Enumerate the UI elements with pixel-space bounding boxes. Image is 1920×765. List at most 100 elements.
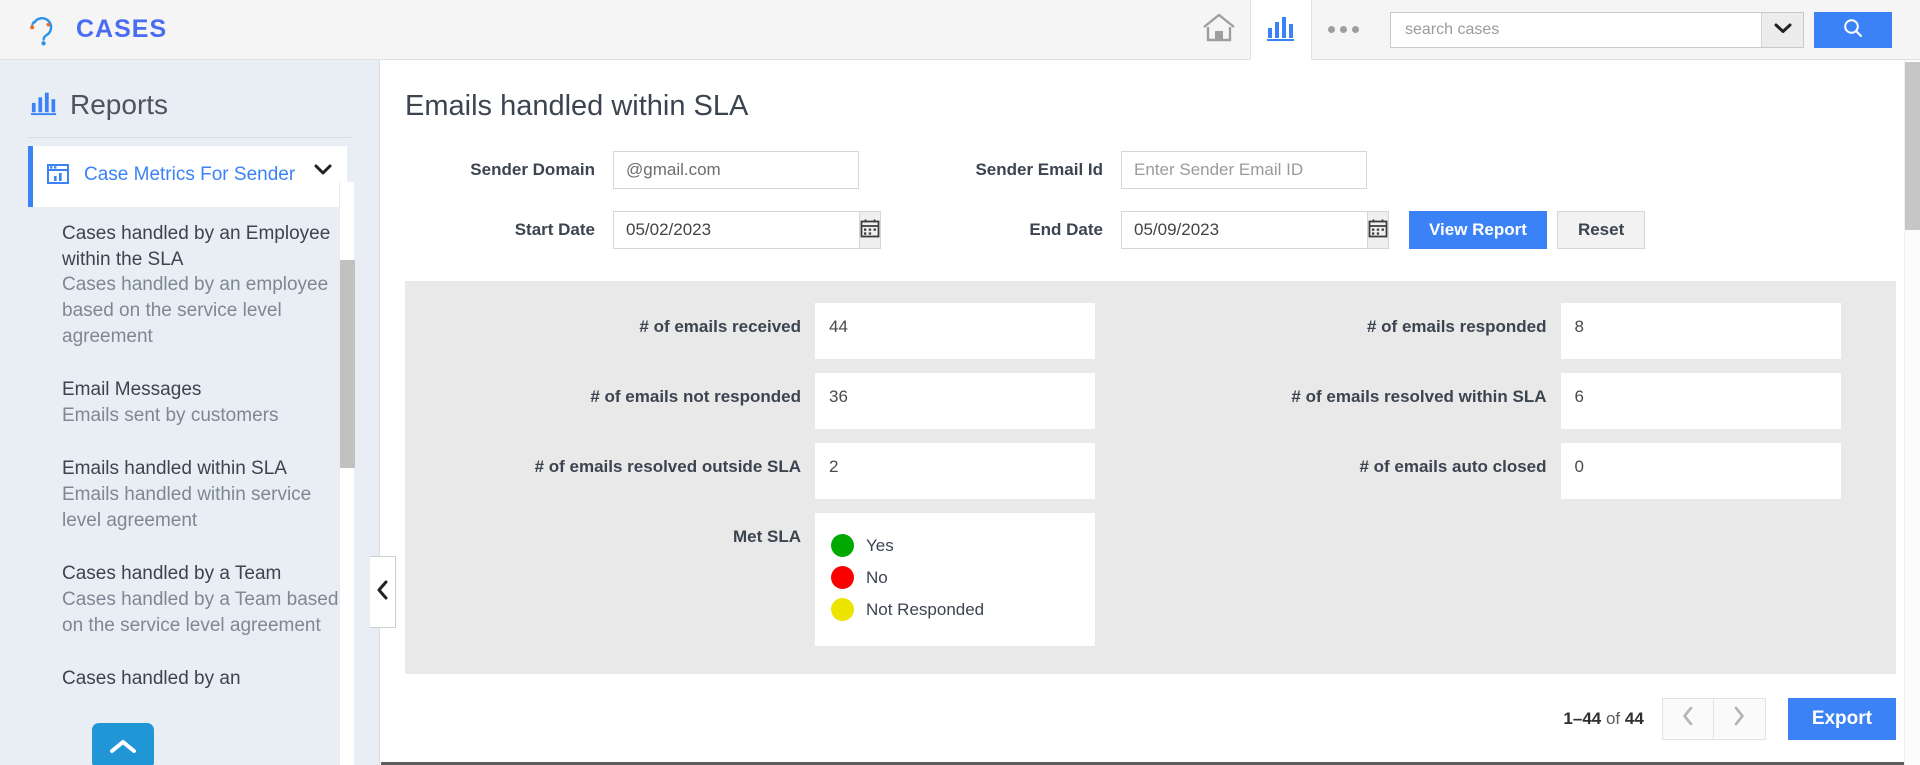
sender-domain-label: Sender Domain xyxy=(470,160,595,179)
sidebar: Reports Case Metrics For Sender Cases ha… xyxy=(0,60,380,765)
top-bar: CASES xyxy=(0,0,1920,60)
start-date-label: Start Date xyxy=(514,220,595,239)
sender-email-input[interactable] xyxy=(1121,151,1367,189)
export-button[interactable]: Export xyxy=(1787,697,1896,740)
reset-button[interactable]: Reset xyxy=(1556,211,1646,249)
page-scrollbar[interactable] xyxy=(1904,60,1920,765)
pagination-range: 1–44 xyxy=(1563,708,1602,728)
end-date-label: End Date xyxy=(1029,220,1103,239)
start-date-calendar-button[interactable] xyxy=(859,211,881,249)
pagination-summary: 1–44 of 44 xyxy=(1563,709,1643,729)
sidebar-scrollbar[interactable] xyxy=(339,182,355,765)
status-dot-yes-icon xyxy=(831,534,854,557)
sidebar-item-title: Cases handled by a Team xyxy=(62,563,282,585)
end-date-input[interactable] xyxy=(1121,211,1367,249)
met-sla-legend-box: Yes No Not Responded xyxy=(815,513,1095,646)
sidebar-heading: Reports xyxy=(70,88,169,120)
metric-value: 36 xyxy=(815,373,1095,429)
chevron-left-icon xyxy=(1680,705,1696,732)
search-area xyxy=(1390,11,1920,48)
sidebar-item-desc: Emails sent by customers xyxy=(62,404,279,426)
metric-row: # of emails responded 8 xyxy=(1151,303,1897,359)
view-report-button[interactable]: View Report xyxy=(1409,211,1547,249)
page-scrollbar-thumb[interactable] xyxy=(1905,62,1920,230)
start-date-input[interactable] xyxy=(613,211,859,249)
sidebar-item-title: Cases handled by an Employee within the … xyxy=(62,223,331,270)
metric-label: # of emails resolved outside SLA xyxy=(534,457,801,476)
more-button[interactable] xyxy=(1312,0,1374,60)
sidebar-report-list: Case Metrics For Sender Cases handled by… xyxy=(0,138,379,706)
status-dot-no-icon xyxy=(831,566,854,589)
more-dots-icon xyxy=(1327,26,1359,33)
sender-domain-input[interactable] xyxy=(613,151,859,189)
chevron-down-icon xyxy=(1774,21,1792,39)
sidebar-item-title: Emails handled within SLA xyxy=(62,458,287,480)
search-scope-dropdown[interactable] xyxy=(1761,12,1803,47)
legend-item: No xyxy=(831,566,1095,589)
metric-value: 2 xyxy=(815,443,1095,499)
sidebar-item-desc: Cases handled by a Team based on the ser… xyxy=(62,589,339,636)
list-item[interactable]: Emails handled within SLA Emails handled… xyxy=(0,442,379,547)
main-content: Emails handled within SLA Sender Domain … xyxy=(381,60,1920,765)
metric-value: 0 xyxy=(1560,443,1841,499)
sidebar-header: Reports xyxy=(0,60,379,137)
legend-item: Not Responded xyxy=(831,598,1095,621)
sidebar-collapse-handle[interactable] xyxy=(370,556,396,628)
list-item[interactable]: Cases handled by a Team Cases handled by… xyxy=(0,547,379,652)
list-item[interactable]: Cases handled by an Employee within the … xyxy=(0,207,379,363)
calendar-icon xyxy=(860,218,880,243)
sidebar-item-title: Email Messages xyxy=(62,379,202,401)
sender-email-label: Sender Email Id xyxy=(975,160,1103,179)
metric-row: # of emails resolved outside SLA 2 xyxy=(405,443,1151,499)
topbar-actions xyxy=(1188,0,1374,60)
sidebar-item-case-metrics-for-sender[interactable]: Case Metrics For Sender xyxy=(28,146,347,207)
search-input[interactable] xyxy=(1391,12,1761,47)
metric-row: # of emails resolved within SLA 6 xyxy=(1151,373,1897,429)
metric-row: # of emails not responded 36 xyxy=(405,373,1151,429)
metrics-panel: # of emails received 44 # of emails not … xyxy=(405,281,1896,674)
sidebar-item-desc: Emails handled within service level agre… xyxy=(62,484,312,531)
list-item[interactable]: Cases handled by an xyxy=(0,652,379,706)
home-icon xyxy=(1202,12,1236,47)
chevron-right-icon xyxy=(1731,705,1747,732)
legend-label: Yes xyxy=(866,535,894,555)
legend-label: Not Responded xyxy=(866,599,985,619)
page-title: Emails handled within SLA xyxy=(405,90,749,122)
pagination-of: of xyxy=(1605,708,1621,728)
metric-label: # of emails received xyxy=(639,317,801,336)
sidebar-item-label: Case Metrics For Sender xyxy=(84,164,296,185)
metric-label: # of emails responded xyxy=(1367,317,1547,336)
sender-domain-field-wrap xyxy=(613,151,867,189)
legend-item: Yes xyxy=(831,534,1095,557)
report-filter-form: Sender Domain Sender Email Id Start Date xyxy=(381,123,1920,249)
home-button[interactable] xyxy=(1188,0,1250,60)
sender-email-field-wrap xyxy=(1121,151,1375,189)
bar-chart-icon xyxy=(1266,12,1296,47)
metric-value: 8 xyxy=(1560,303,1841,359)
status-dot-not-responded-icon xyxy=(831,598,854,621)
metric-label: # of emails auto closed xyxy=(1359,457,1547,476)
table-footer: 1–44 of 44 Export xyxy=(381,675,1920,765)
pagination-next-button[interactable] xyxy=(1713,697,1766,740)
sidebar-item-desc: Cases handled by an employee based on th… xyxy=(62,274,329,347)
search-submit-button[interactable] xyxy=(1814,11,1892,48)
pagination-total: 44 xyxy=(1624,708,1644,728)
start-date-field-wrap xyxy=(613,211,881,249)
sidebar-item-title: Cases handled by an xyxy=(62,668,241,690)
chevron-down-icon[interactable] xyxy=(313,162,333,181)
search-icon xyxy=(1842,17,1864,42)
list-item[interactable]: Email Messages Emails sent by customers xyxy=(0,363,379,442)
brand-title: CASES xyxy=(76,15,168,43)
met-sla-label: Met SLA xyxy=(733,527,801,546)
metric-value: 6 xyxy=(1560,373,1841,429)
scroll-to-top-button[interactable] xyxy=(92,723,154,765)
legend-label: No xyxy=(866,567,888,587)
metrics-right-column: # of emails responded 8 # of emails reso… xyxy=(1151,303,1897,646)
brand[interactable]: CASES xyxy=(0,11,167,49)
reports-button[interactable] xyxy=(1250,0,1312,60)
chevron-left-icon xyxy=(376,580,390,605)
metric-label: # of emails resolved within SLA xyxy=(1291,387,1547,406)
metric-label: # of emails not responded xyxy=(590,387,801,406)
pagination-prev-button[interactable] xyxy=(1661,697,1714,740)
sidebar-scrollbar-thumb[interactable] xyxy=(340,260,355,468)
